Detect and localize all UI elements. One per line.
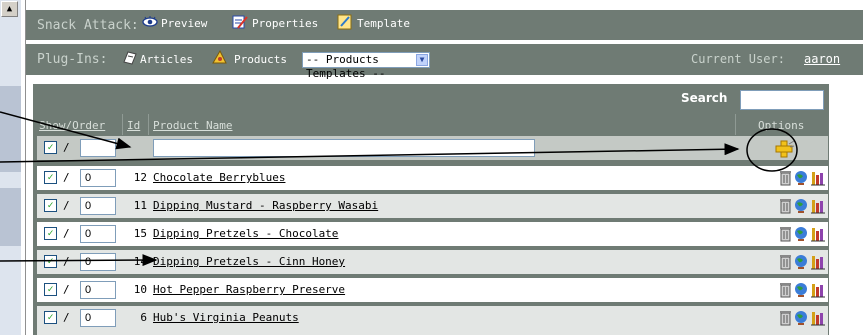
chart-icon [811,200,825,214]
order-input[interactable] [80,281,116,299]
order-input[interactable] [80,309,116,327]
show-checkbox[interactable]: ✓ [44,199,57,212]
row-separator: / [63,199,70,212]
header-divider [148,114,149,135]
show-checkbox[interactable]: ✓ [44,227,57,240]
selection-bar [0,188,21,246]
products-button[interactable]: Products [234,53,287,66]
product-name-link[interactable]: Dipping Pretzels - Cinn Honey [153,255,345,268]
scroll-up-button[interactable]: ▲ [1,1,18,17]
new-product-row: ✓ / [37,136,828,160]
show-checkbox[interactable]: ✓ [44,255,57,268]
product-id: 12 [133,171,147,184]
globe-icon [795,171,807,185]
template-button[interactable]: Template [357,17,410,30]
search-label: Search [681,91,728,105]
product-name-link[interactable]: Chocolate Berryblues [153,171,285,184]
chart-icon [811,312,825,326]
table-row: ✓ / 11 Dipping Mustard - Raspberry Wasab… [37,194,828,218]
row-options [779,310,827,326]
app-title: Snack Attack: [37,18,139,33]
globe-icon [795,283,807,297]
row-options [779,170,827,186]
row-separator: / [63,311,70,324]
header-options: Options [758,119,805,132]
trash-icon [780,171,791,186]
show-checkbox[interactable]: ✓ [44,283,57,296]
product-id: 11 [133,199,147,212]
row-options [779,282,827,298]
row-separator: / [63,141,70,154]
row-separator: / [63,255,70,268]
products-icon[interactable] [211,49,228,68]
show-checkbox[interactable]: ✓ [44,171,57,184]
trash-icon [780,199,791,214]
row-separator: / [63,171,70,184]
templates-select[interactable]: -- Products Templates -- ▼ [302,52,430,80]
chart-icon [811,228,825,242]
product-id: 15 [133,227,147,240]
header-divider [735,114,736,135]
trash-icon [780,255,791,270]
order-input[interactable] [80,225,116,243]
current-user-link[interactable]: aaron [804,52,840,66]
table-row: ✓ / 14 Dipping Pretzels - Cinn Honey [37,250,828,274]
table-row: ✓ / 15 Dipping Pretzels - Chocolate [37,222,828,246]
product-id: 6 [140,311,147,324]
product-id: 10 [133,283,147,296]
chart-icon [811,284,825,298]
template-icon[interactable] [337,14,354,33]
globe-icon [795,227,807,241]
row-separator: / [63,283,70,296]
chart-icon [811,172,825,186]
product-name-link[interactable]: Hot Pepper Raspberry Preserve [153,283,345,296]
search-input[interactable] [740,90,824,110]
globe-icon [795,255,807,269]
new-row-show-checkbox[interactable]: ✓ [44,141,57,154]
selection-bar [0,86,21,172]
order-input[interactable] [80,253,116,271]
add-plus-icon[interactable] [775,140,795,158]
table-row: ✓ / 10 Hot Pepper Raspberry Preserve [37,278,828,302]
chevron-down-icon[interactable]: ▼ [416,54,428,66]
plugins-label: Plug-Ins: [37,52,108,67]
trash-icon [780,283,791,298]
product-id: 14 [133,255,147,268]
product-name-link[interactable]: Hub's Virginia Peanuts [153,311,299,324]
row-separator: / [63,227,70,240]
properties-icon[interactable] [232,14,249,33]
product-name-link[interactable]: Dipping Mustard - Raspberry Wasabi [153,199,378,212]
header-product-name[interactable]: Product Name [153,119,232,132]
new-row-order-input[interactable] [80,139,116,157]
order-input[interactable] [80,197,116,215]
header-show-order[interactable]: Show/Order [39,119,105,132]
product-name-link[interactable]: Dipping Pretzels - Chocolate [153,227,338,240]
row-options [779,226,827,242]
articles-icon[interactable] [122,49,138,68]
new-product-name-input[interactable] [153,139,535,157]
row-options [779,254,827,270]
current-user-label: Current User: [691,52,785,66]
header-id[interactable]: Id [127,119,140,132]
trash-icon [780,227,791,242]
table-row: ✓ / 12 Chocolate Berryblues [37,166,828,190]
trash-icon [780,311,791,326]
templates-select-value: -- Products Templates -- [306,53,386,80]
chart-icon [811,256,825,270]
globe-icon [795,199,807,213]
header-divider [122,114,123,135]
articles-button[interactable]: Articles [140,53,193,66]
preview-eye-icon[interactable] [142,15,158,32]
globe-icon [795,311,807,325]
show-checkbox[interactable]: ✓ [44,311,57,324]
properties-button[interactable]: Properties [252,17,318,30]
order-input[interactable] [80,169,116,187]
preview-button[interactable]: Preview [161,17,207,30]
row-options [779,198,827,214]
table-row: ✓ / 6 Hub's Virginia Peanuts [37,306,828,335]
